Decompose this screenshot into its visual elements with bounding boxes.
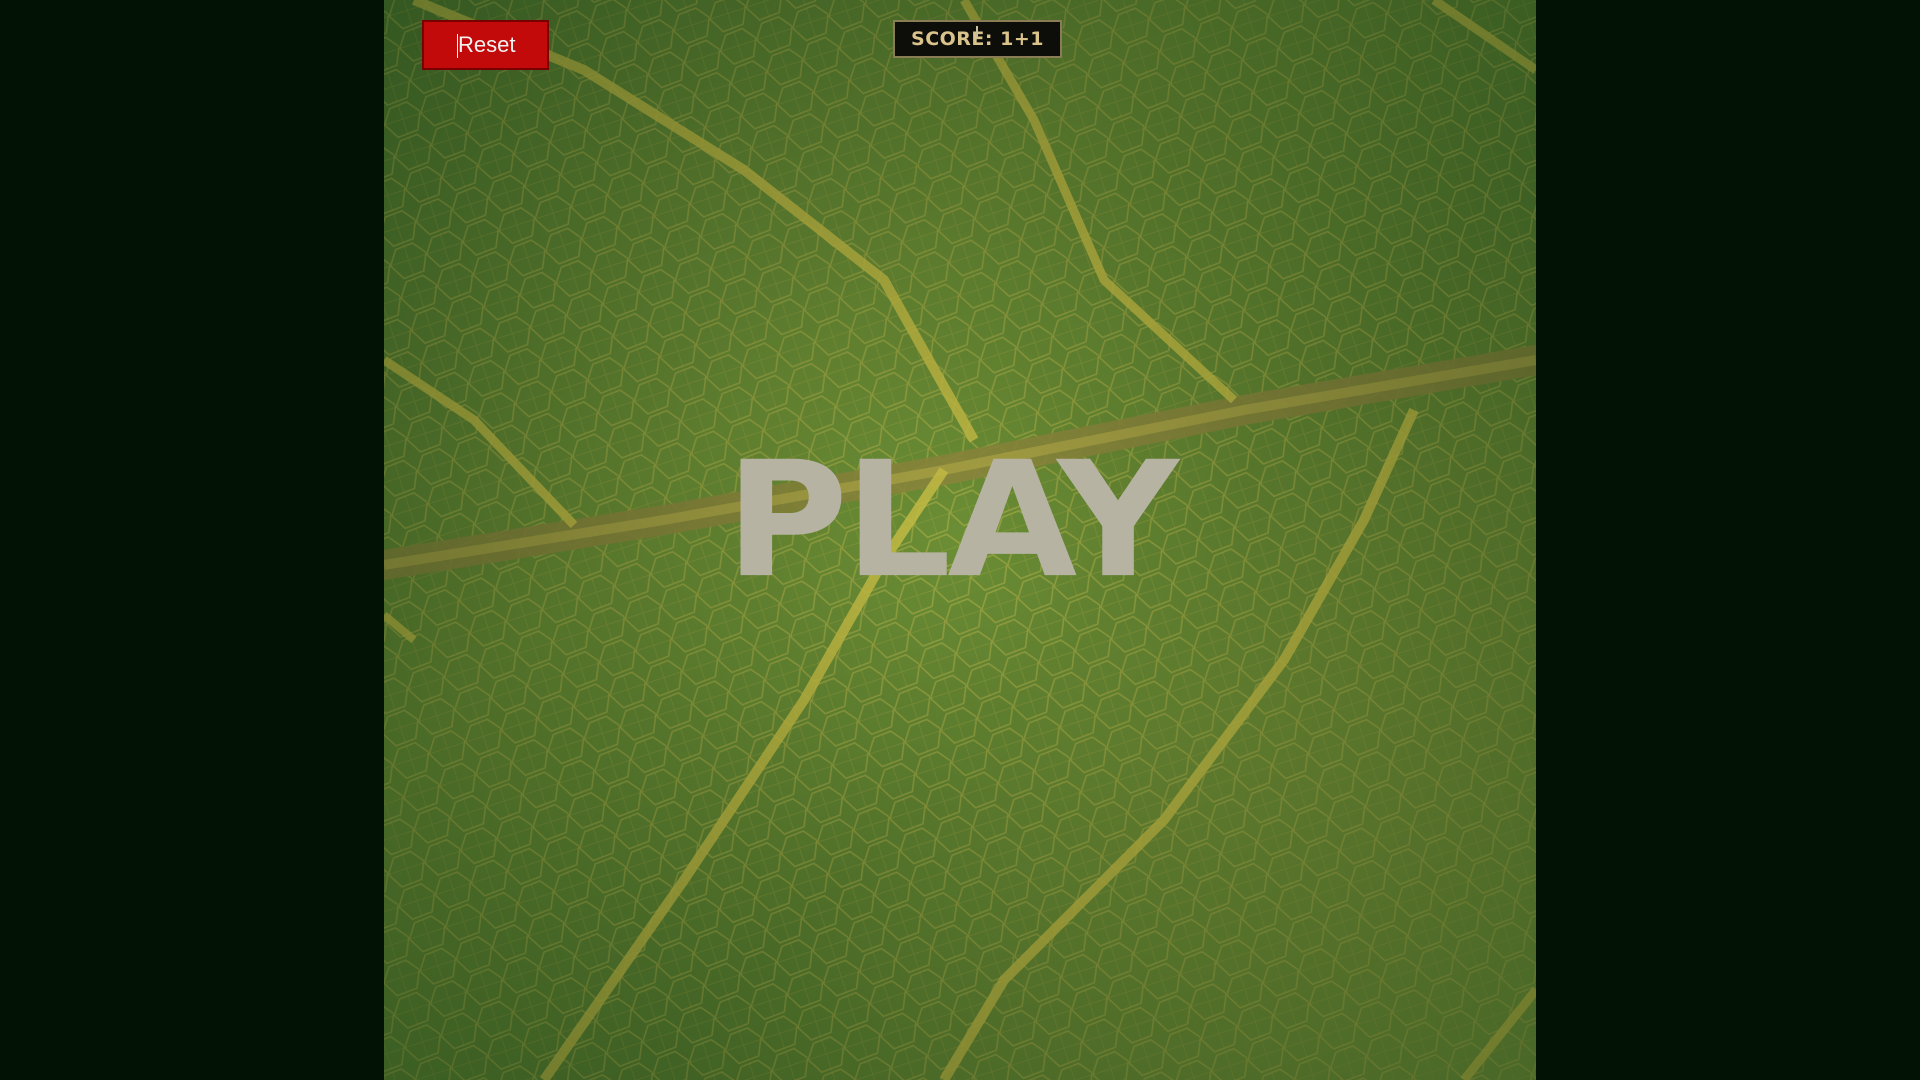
reset-button[interactable]: Reset xyxy=(422,20,549,70)
text-caret xyxy=(457,34,458,58)
mouse-cursor-icon xyxy=(976,26,978,38)
play-label: PLAY xyxy=(725,426,1179,614)
play-button[interactable]: PLAY xyxy=(720,440,1180,600)
score-display: SCORE: 1+1 xyxy=(893,20,1062,58)
page-background: Reset SCORE: 1+1 PLAY xyxy=(0,0,1920,1080)
reset-button-label: Reset xyxy=(458,32,516,57)
